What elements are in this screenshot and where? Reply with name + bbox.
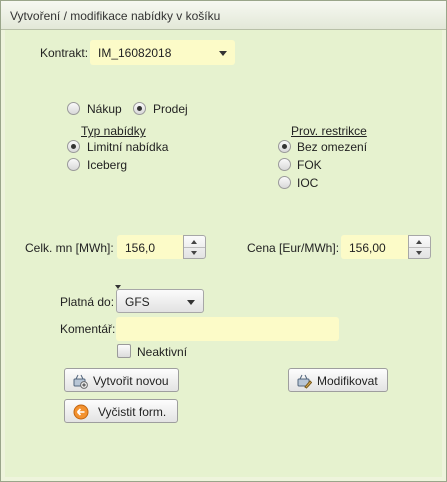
radio-nakup[interactable] [67,102,80,115]
modify-button[interactable]: Modifikovat [288,368,388,392]
contract-label: Kontrakt: [40,46,89,60]
quantity-input[interactable]: 156,0 [117,235,183,259]
price-decrement-icon[interactable] [409,247,430,259]
form-panel: Kontrakt: IM_16082018 Nákup Prodej Typ n… [5,30,442,477]
radio-fok[interactable] [278,158,291,171]
radio-fok-label: FOK [297,158,322,172]
comment-label: Komentář: [60,322,116,336]
window-title: Vytvoření / modifikace nabídky v košíku [10,9,221,23]
radio-ioc-label: IOC [297,176,319,190]
quantity-stepper: 156,0 [117,235,206,259]
create-new-label: Vytvořit novou [93,374,169,388]
quantity-label: Celk. mn [MWh]: [25,241,114,255]
quantity-decrement-icon[interactable] [184,247,205,259]
title-bar: Vytvoření / modifikace nabídky v košíku [1,1,446,30]
quantity-spin-buttons [183,235,206,259]
quantity-value: 156,0 [125,241,156,255]
dialog-window: Vytvoření / modifikace nabídky v košíku … [0,0,447,482]
radio-prodej[interactable] [133,102,146,115]
inactive-checkbox[interactable] [117,344,131,358]
basket-edit-icon [297,374,312,389]
valid-until-value: GFS [125,295,150,309]
offer-type-heading: Typ nabídky [81,124,146,138]
quantity-increment-icon[interactable] [184,236,205,247]
create-new-button[interactable]: Vytvořit novou [64,368,179,392]
valid-until-combobox[interactable]: GFS [116,289,204,313]
radio-limit-offer[interactable] [67,140,80,153]
price-stepper: 156,00 [341,235,431,259]
contract-combobox[interactable]: IM_16082018 [90,40,235,65]
radio-prodej-label: Prodej [153,102,188,116]
chevron-down-icon [187,300,195,305]
chevron-down-icon [219,51,227,56]
comment-input[interactable] [116,317,339,341]
price-increment-icon[interactable] [409,236,430,247]
clear-form-button[interactable]: Vyčistit form. [64,399,178,423]
contract-value: IM_16082018 [98,46,172,60]
radio-iceberg-label: Iceberg [87,158,128,172]
radio-no-restriction[interactable] [278,140,291,153]
modify-label: Modifikovat [317,374,378,388]
radio-ioc[interactable] [278,176,291,189]
inactive-label: Neaktivní [137,345,188,359]
radio-limit-offer-label: Limitní nabídka [87,140,169,154]
radio-iceberg[interactable] [67,158,80,171]
clear-form-label: Vyčistit form. [98,405,167,419]
refresh-icon [73,404,89,420]
radio-no-restriction-label: Bez omezení [297,140,368,154]
valid-until-label: Platná do: [60,295,115,309]
price-input[interactable]: 156,00 [341,235,408,259]
radio-nakup-label: Nákup [87,102,122,116]
price-value: 156,00 [349,241,386,255]
basket-add-icon [73,374,88,389]
price-spin-buttons [408,235,431,259]
restriction-heading: Prov. restrikce [291,124,367,138]
price-label: Cena [Eur/MWh]: [247,241,340,255]
